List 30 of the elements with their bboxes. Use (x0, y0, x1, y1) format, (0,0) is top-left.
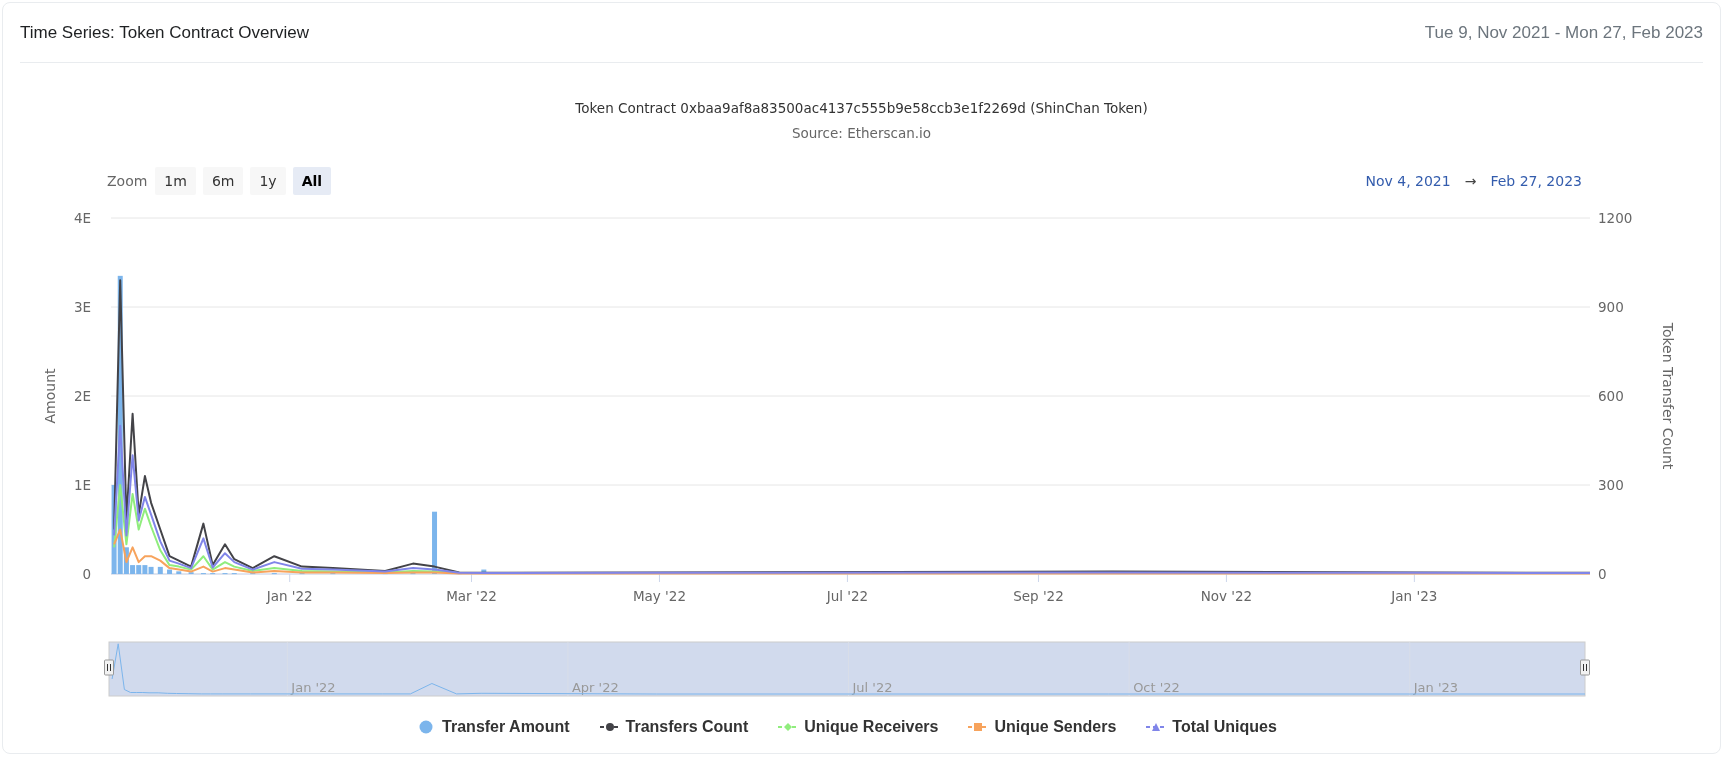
axis-label: 2E (73, 388, 91, 404)
range-arrow: → (1464, 173, 1477, 189)
zoom-label: Zoom (107, 173, 148, 189)
axis-label: Jan '22 (266, 588, 313, 604)
axis-label: 600 (1598, 388, 1624, 404)
axis-label: Sep '22 (1013, 588, 1064, 604)
axis-label: 4E (73, 210, 91, 226)
axis-label: 900 (1598, 299, 1624, 315)
axis-label: Jan '23 (1413, 680, 1458, 695)
axis-label: 1E (73, 477, 91, 493)
axis-label: Jan '23 (1391, 588, 1438, 604)
axis-label: Jul '22 (826, 588, 869, 604)
axis-label: 300 (1598, 477, 1624, 493)
chart-subtitle: Source: Etherscan.io (791, 124, 932, 143)
chart-title: Token Contract 0xbaa9af8a83500ac4137c555b9e58ccb3e1f2269d (ShinChan Token) (574, 99, 1149, 118)
axis-label: 1200 (1598, 210, 1633, 226)
axis-label: Apr '22 (571, 680, 619, 695)
axis-label: Jan '22 (291, 680, 336, 695)
axis-label: 0 (1598, 566, 1607, 582)
axis-label: Jul '22 (852, 680, 893, 695)
axis-label: Oct '22 (1133, 680, 1180, 695)
axis-label: 3E (73, 299, 91, 315)
axis-title: Token Transfer Count (1660, 322, 1676, 470)
axis-title: Amount (42, 368, 58, 424)
panel-title: Time Series: Token Contract Overview (20, 22, 310, 43)
date-range: Tue 9, Nov 2021 - Mon 27, Feb 2023 (1424, 22, 1703, 43)
axis-label: 0 (82, 566, 91, 582)
axis-label: Mar '22 (446, 588, 497, 604)
axis-label: Nov '22 (1200, 588, 1253, 604)
axis-label: May '22 (632, 588, 686, 604)
